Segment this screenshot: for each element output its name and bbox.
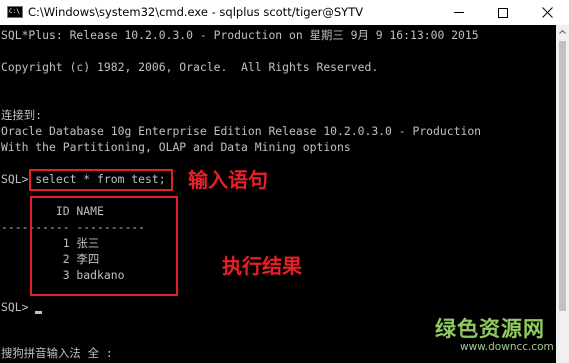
minimize-button[interactable] <box>437 0 481 25</box>
scroll-thumb[interactable] <box>559 41 566 311</box>
input-statement-label: 输入语句 <box>188 168 268 192</box>
query-highlight-box <box>29 169 173 191</box>
console-line-prompt: SQL> <box>1 300 36 314</box>
window-titlebar[interactable]: C:\ C:\Windows\system32\cmd.exe - sqlplu… <box>0 0 569 25</box>
close-icon <box>541 7 553 18</box>
maximize-button[interactable] <box>481 0 525 25</box>
watermark-url: www.downcc.com <box>460 341 554 353</box>
vertical-scrollbar[interactable] <box>556 25 569 363</box>
watermark-logo: 绿色资源网 <box>435 317 545 341</box>
maximize-icon <box>498 7 508 18</box>
window-title: C:\Windows\system32\cmd.exe - sqlplus sc… <box>28 5 364 19</box>
scroll-up-button[interactable] <box>556 25 569 38</box>
text-cursor <box>35 311 42 314</box>
console-line-options: With the Partitioning, OLAP and Data Min… <box>1 140 351 154</box>
console-line-banner: SQL*Plus: Release 10.2.0.3.0 - Productio… <box>1 28 479 42</box>
ime-status: 搜狗拼音输入法 全 : <box>1 346 113 360</box>
console-line-db-version: Oracle Database 10g Enterprise Edition R… <box>1 124 482 138</box>
chevron-up-icon <box>559 29 566 34</box>
result-highlight-box <box>30 196 178 296</box>
cmd-icon[interactable]: C:\ <box>7 6 23 18</box>
minimize-icon <box>454 12 464 13</box>
console-line-copyright: Copyright (c) 1982, 2006, Oracle. All Ri… <box>1 60 379 74</box>
execution-result-label: 执行结果 <box>222 254 302 278</box>
console-line-connected: 连接到: <box>1 108 43 122</box>
close-button[interactable] <box>525 0 569 25</box>
